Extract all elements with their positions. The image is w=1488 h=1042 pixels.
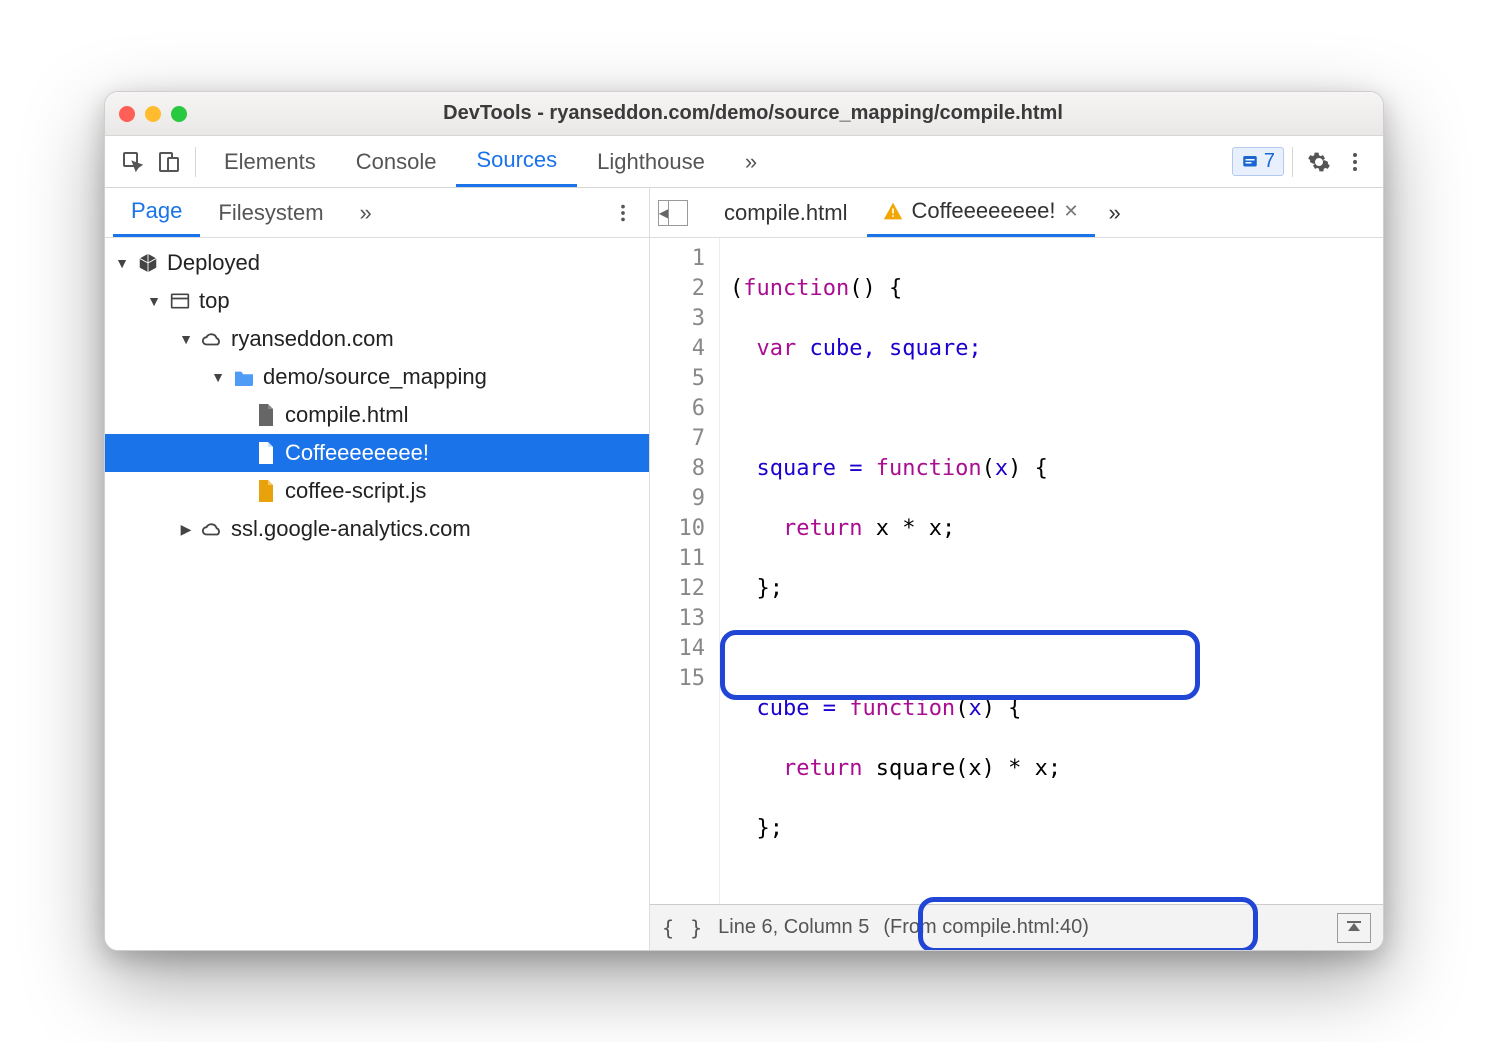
source-origin-link[interactable]: compile.html:40 <box>942 916 1082 938</box>
tree-label: coffee-script.js <box>285 478 426 504</box>
line-number: 7 <box>650 424 705 454</box>
tree-domain-ryanseddon[interactable]: ▼ ryanseddon.com <box>105 320 649 358</box>
file-icon <box>255 442 277 464</box>
warning-icon <box>883 201 903 221</box>
tree-label: top <box>199 288 230 314</box>
cloud-icon <box>201 328 223 350</box>
editor-tab-more[interactable]: » <box>1099 188 1131 237</box>
tab-elements[interactable]: Elements <box>204 136 336 187</box>
main-tabs: Elements Console Sources Lighthouse » <box>204 136 1232 187</box>
traffic-lights <box>119 106 187 122</box>
editor-pane: ◀ compile.html Coffeeeeeeee! ✕ » 1 2 3 4 <box>650 188 1383 950</box>
cloud-icon <box>201 518 223 540</box>
tree-file-compile[interactable]: compile.html <box>105 396 649 434</box>
line-number: 12 <box>650 574 705 604</box>
device-toolbar-icon[interactable] <box>151 144 187 180</box>
navigator-toggle-icon[interactable]: ◀ <box>658 200 688 226</box>
code-content[interactable]: (function() { var cube, square; square =… <box>720 238 1383 904</box>
line-number: 10 <box>650 514 705 544</box>
panel-body: Page Filesystem » ▼ Deployed ▼ top <box>105 188 1383 950</box>
editor-statusbar: { } Line 6, Column 5 (From compile.html:… <box>650 904 1383 950</box>
settings-icon[interactable] <box>1301 144 1337 180</box>
tab-console[interactable]: Console <box>336 136 457 187</box>
tree-top[interactable]: ▼ top <box>105 282 649 320</box>
tree-domain-google[interactable]: ▶ ssl.google-analytics.com <box>105 510 649 548</box>
minimize-window-button[interactable] <box>145 106 161 122</box>
line-gutter: 1 2 3 4 5 6 7 8 9 10 11 12 13 14 15 <box>650 238 720 904</box>
tree-label: ryanseddon.com <box>231 326 394 352</box>
show-drawer-icon[interactable] <box>1337 913 1371 943</box>
folder-icon <box>233 366 255 388</box>
tree-deployed[interactable]: ▼ Deployed <box>105 244 649 282</box>
issues-badge[interactable]: 7 <box>1232 147 1284 176</box>
line-number: 14 <box>650 634 705 664</box>
source-origin: (From compile.html:40) <box>883 916 1089 939</box>
disclosure-triangle-icon[interactable]: ▼ <box>147 293 161 309</box>
file-icon <box>255 404 277 426</box>
navigator-more-icon[interactable] <box>605 195 641 231</box>
tree-file-coffeescript[interactable]: coffee-script.js <box>105 472 649 510</box>
line-number: 6 <box>650 394 705 424</box>
editor-tabs: ◀ compile.html Coffeeeeeeee! ✕ » <box>650 188 1383 238</box>
navigator-tab-filesystem[interactable]: Filesystem <box>200 188 341 237</box>
cursor-position: Line 6, Column 5 <box>718 916 869 939</box>
close-tab-icon[interactable]: ✕ <box>1063 201 1078 222</box>
tab-more[interactable]: » <box>725 136 777 187</box>
line-number: 9 <box>650 484 705 514</box>
editor-tab-coffee[interactable]: Coffeeeeeeee! ✕ <box>867 188 1094 237</box>
tree-file-coffee[interactable]: Coffeeeeeeee! <box>105 434 649 472</box>
titlebar: DevTools - ryanseddon.com/demo/source_ma… <box>105 92 1383 136</box>
line-number: 8 <box>650 454 705 484</box>
line-number: 1 <box>650 244 705 274</box>
file-tree: ▼ Deployed ▼ top ▼ ryanseddon.com ▼ <box>105 238 649 950</box>
line-number: 11 <box>650 544 705 574</box>
more-menu-icon[interactable] <box>1337 144 1373 180</box>
window-title: DevTools - ryanseddon.com/demo/source_ma… <box>197 102 1369 125</box>
line-number: 3 <box>650 304 705 334</box>
navigator-sidebar: Page Filesystem » ▼ Deployed ▼ top <box>105 188 650 950</box>
line-number: 13 <box>650 604 705 634</box>
disclosure-triangle-icon[interactable]: ▼ <box>179 331 193 347</box>
tree-label: Coffeeeeeeee! <box>285 440 429 466</box>
tree-label: demo/source_mapping <box>263 364 487 390</box>
editor-tab-label: Coffeeeeeeee! <box>911 198 1055 224</box>
zoom-window-button[interactable] <box>171 106 187 122</box>
disclosure-triangle-icon[interactable]: ▼ <box>115 255 129 271</box>
tree-label: ssl.google-analytics.com <box>231 516 471 542</box>
code-editor[interactable]: 1 2 3 4 5 6 7 8 9 10 11 12 13 14 15 (fun… <box>650 238 1383 904</box>
close-window-button[interactable] <box>119 106 135 122</box>
file-icon <box>255 480 277 502</box>
divider <box>195 147 196 177</box>
editor-tab-compile[interactable]: compile.html <box>708 188 863 237</box>
tree-label: compile.html <box>285 402 408 428</box>
tree-label: Deployed <box>167 250 260 276</box>
line-number: 15 <box>650 664 705 694</box>
frame-icon <box>169 290 191 312</box>
divider <box>1292 147 1293 177</box>
navigator-tab-more[interactable]: » <box>342 188 390 237</box>
disclosure-triangle-icon[interactable]: ▼ <box>211 369 225 385</box>
navigator-tabs: Page Filesystem » <box>105 188 649 238</box>
navigator-tab-page[interactable]: Page <box>113 188 200 237</box>
devtools-window: DevTools - ryanseddon.com/demo/source_ma… <box>104 91 1384 951</box>
pretty-print-icon[interactable]: { } <box>662 916 704 940</box>
disclosure-triangle-icon[interactable]: ▶ <box>179 521 193 538</box>
tab-sources[interactable]: Sources <box>456 136 577 187</box>
deployed-icon <box>137 252 159 274</box>
line-number: 4 <box>650 334 705 364</box>
line-number: 5 <box>650 364 705 394</box>
line-number: 2 <box>650 274 705 304</box>
tab-lighthouse[interactable]: Lighthouse <box>577 136 725 187</box>
issues-count: 7 <box>1264 150 1275 173</box>
main-toolbar: Elements Console Sources Lighthouse » 7 <box>105 136 1383 188</box>
tree-folder[interactable]: ▼ demo/source_mapping <box>105 358 649 396</box>
editor-tab-label: compile.html <box>724 200 847 226</box>
inspect-element-icon[interactable] <box>115 144 151 180</box>
